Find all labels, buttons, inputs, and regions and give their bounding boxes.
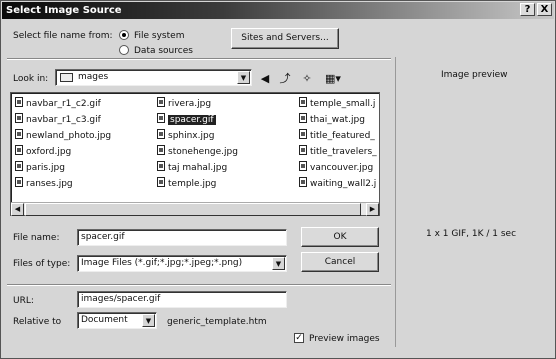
view-menu-icon[interactable]: ▦▾: [321, 71, 345, 87]
help-button[interactable]: ?: [520, 3, 535, 16]
relative-document-name: generic_template.htm: [167, 317, 267, 327]
ok-button[interactable]: OK: [301, 227, 379, 247]
image-file-icon: [15, 145, 23, 155]
files-of-type-value: Image Files (*.gif;*.jpg;*.jpeg;*.png): [81, 258, 243, 268]
image-file-icon: [15, 177, 23, 187]
close-button[interactable]: X: [537, 3, 552, 16]
list-item[interactable]: vancouver.jpg: [299, 161, 373, 175]
list-item[interactable]: thai_wat.jpg: [299, 113, 365, 127]
title-bar: Select Image Source: [2, 2, 554, 19]
look-in-label: Look in:: [13, 74, 49, 84]
list-item[interactable]: sphinx.jpg: [157, 129, 214, 143]
relative-to-value: Document: [81, 315, 128, 325]
file-system-radio[interactable]: [119, 30, 129, 40]
image-preview-title: Image preview: [441, 70, 508, 80]
folder-icon: [60, 73, 73, 82]
image-file-icon: [299, 145, 307, 155]
list-item[interactable]: temple_small.j: [299, 97, 375, 111]
list-item[interactable]: newland_photo.jpg: [15, 129, 111, 143]
select-image-source-dialog: Select Image Source ? X Select file name…: [0, 0, 556, 359]
image-file-icon: [299, 161, 307, 171]
list-item[interactable]: paris.jpg: [15, 161, 65, 175]
files-of-type-select[interactable]: Image Files (*.gif;*.jpg;*.jpeg;*.png) ▼: [77, 255, 287, 272]
image-file-icon: [15, 97, 23, 107]
image-file-icon: [15, 129, 23, 139]
file-list[interactable]: navbar_r1_c2.gif navbar_r1_c3.gif newlan…: [10, 92, 380, 216]
preview-images-checkbox[interactable]: ✓: [294, 333, 304, 343]
scroll-thumb[interactable]: [25, 203, 361, 216]
image-file-icon: [15, 113, 23, 123]
list-item[interactable]: ranses.jpg: [15, 177, 73, 191]
divider: [7, 58, 391, 60]
image-preview-panel: Image preview 1 x 1 GIF, 1K / 1 sec: [395, 57, 551, 347]
image-file-icon: [157, 177, 165, 187]
list-item[interactable]: title_featured_: [299, 129, 375, 143]
look-in-combo[interactable]: mages ▼: [55, 69, 252, 86]
chevron-down-icon[interactable]: ▼: [272, 257, 285, 270]
image-file-icon: [157, 129, 165, 139]
url-input[interactable]: images/spacer.gif: [77, 291, 287, 308]
list-item[interactable]: stonehenge.jpg: [157, 145, 238, 159]
list-item[interactable]: title_travelers_: [299, 145, 377, 159]
cancel-button[interactable]: Cancel: [301, 252, 379, 272]
back-icon[interactable]: ◀: [257, 71, 273, 87]
list-item-selected[interactable]: spacer.gif: [157, 113, 216, 127]
divider: [7, 284, 391, 286]
image-file-icon: [299, 177, 307, 187]
chevron-down-icon[interactable]: ▼: [142, 314, 155, 327]
scroll-right-icon[interactable]: ▶: [366, 203, 379, 216]
window-title: Select Image Source: [6, 5, 122, 16]
data-sources-label: Data sources: [134, 46, 193, 56]
relative-to-label: Relative to: [13, 317, 62, 327]
sites-and-servers-button[interactable]: Sites and Servers...: [231, 28, 339, 49]
image-file-icon: [299, 129, 307, 139]
data-sources-radio[interactable]: [119, 45, 129, 55]
image-file-icon: [15, 161, 23, 171]
url-label: URL:: [13, 296, 34, 306]
file-system-label: File system: [134, 31, 185, 41]
scroll-left-icon[interactable]: ◀: [11, 203, 24, 216]
list-item[interactable]: navbar_r1_c2.gif: [15, 97, 101, 111]
image-file-icon: [157, 97, 165, 107]
list-item[interactable]: oxford.jpg: [15, 145, 71, 159]
image-file-icon: [157, 145, 165, 155]
list-item[interactable]: navbar_r1_c3.gif: [15, 113, 101, 127]
horizontal-scrollbar[interactable]: ◀ ▶: [11, 202, 379, 216]
image-file-icon: [157, 113, 165, 123]
files-of-type-label: Files of type:: [13, 259, 71, 269]
relative-to-select[interactable]: Document ▼: [77, 312, 157, 329]
list-item[interactable]: temple.jpg: [157, 177, 216, 191]
chevron-down-icon[interactable]: ▼: [237, 71, 250, 84]
image-file-icon: [299, 113, 307, 123]
list-item[interactable]: rivera.jpg: [157, 97, 211, 111]
up-folder-icon[interactable]: ⤴: [277, 71, 293, 87]
list-item[interactable]: waiting_wall2.j: [299, 177, 376, 191]
image-file-icon: [299, 97, 307, 107]
list-item[interactable]: taj mahal.jpg: [157, 161, 227, 175]
file-name-label: File name:: [13, 233, 60, 243]
image-file-icon: [157, 161, 165, 171]
select-from-label: Select file name from:: [13, 31, 113, 41]
preview-images-label: Preview images: [309, 334, 380, 344]
look-in-folder: mages: [78, 72, 109, 82]
new-folder-icon[interactable]: ✧: [299, 71, 315, 87]
image-info: 1 x 1 GIF, 1K / 1 sec: [426, 229, 517, 239]
file-name-input[interactable]: spacer.gif: [77, 229, 287, 246]
